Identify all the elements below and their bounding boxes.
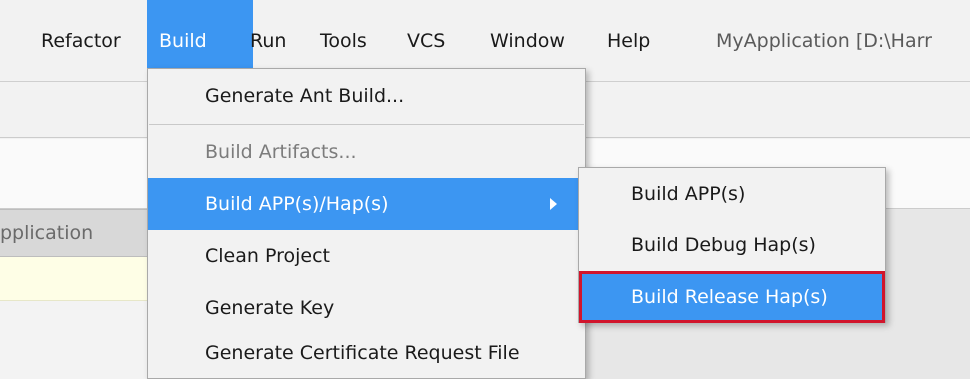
editor-tab[interactable]: pplication (0, 210, 93, 256)
build-menu: Generate Ant Build... Build Artifacts...… (147, 68, 586, 379)
menu-refactor[interactable]: Refactor (31, 0, 131, 82)
menu-item-clean-project[interactable]: Clean Project (148, 230, 585, 282)
menu-item-generate-ant-build[interactable]: Generate Ant Build... (148, 70, 585, 122)
editor-tab-strip: pplication (0, 209, 160, 257)
menu-separator (149, 124, 584, 125)
menu-item-build-artifacts: Build Artifacts... (205, 141, 357, 163)
submenu-arrow-icon (550, 198, 557, 210)
menu-item-build-app-hap[interactable]: Build APP(s)/Hap(s) (148, 178, 585, 230)
menu-help[interactable]: Help (597, 0, 660, 82)
build-app-hap-submenu: Build APP(s) Build Debug Hap(s) Build Re… (578, 167, 886, 323)
menu-item-generate-certificate-request-file[interactable]: Generate Certificate Request File (148, 327, 585, 379)
submenu-item-build-app[interactable]: Build APP(s) (579, 168, 885, 220)
window-title: MyApplication [D:\Harr (716, 30, 932, 52)
editor-highlight-line (0, 257, 160, 301)
submenu-item-build-release-hap[interactable]: Build Release Hap(s) (579, 271, 885, 323)
submenu-item-build-debug-hap[interactable]: Build Debug Hap(s) (579, 219, 885, 271)
